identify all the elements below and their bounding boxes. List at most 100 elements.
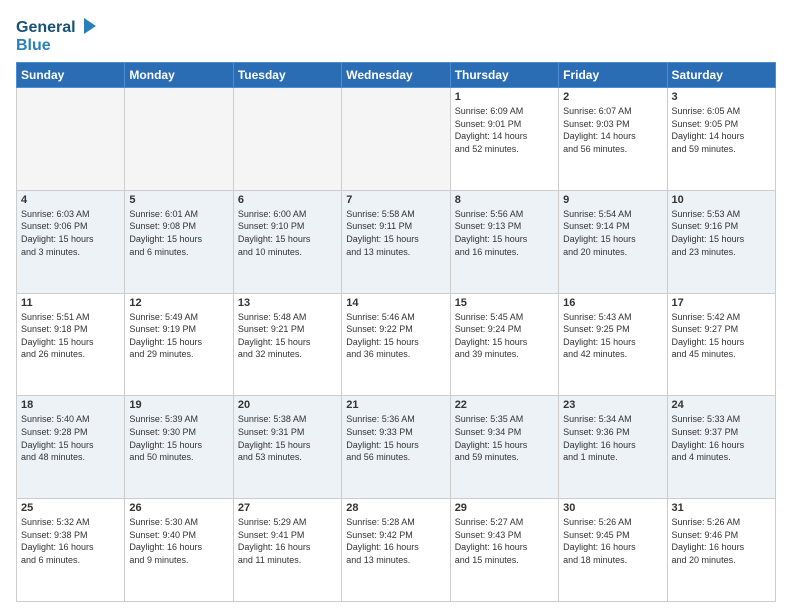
day-info: Sunrise: 5:56 AM Sunset: 9:13 PM Dayligh… — [455, 208, 554, 258]
day-info: Sunrise: 5:45 AM Sunset: 9:24 PM Dayligh… — [455, 311, 554, 361]
day-number: 23 — [563, 399, 662, 411]
day-info: Sunrise: 5:53 AM Sunset: 9:16 PM Dayligh… — [672, 208, 771, 258]
generalblue-logo: GeneralBlue — [16, 16, 106, 54]
day-info: Sunrise: 5:43 AM Sunset: 9:25 PM Dayligh… — [563, 311, 662, 361]
svg-text:General: General — [16, 19, 76, 36]
day-number: 5 — [129, 194, 228, 206]
header: GeneralBlue — [16, 12, 776, 54]
day-number: 24 — [672, 399, 771, 411]
day-number: 21 — [346, 399, 445, 411]
day-number: 3 — [672, 91, 771, 103]
day-info: Sunrise: 5:30 AM Sunset: 9:40 PM Dayligh… — [129, 516, 228, 566]
calendar-header-friday: Friday — [559, 63, 667, 88]
logo: GeneralBlue — [16, 16, 106, 54]
calendar-cell: 31 Sunrise: 5:26 AM Sunset: 9:46 PM Dayli… — [667, 499, 775, 602]
day-number: 16 — [563, 297, 662, 309]
day-info: Sunrise: 5:38 AM Sunset: 9:31 PM Dayligh… — [238, 413, 337, 463]
day-number: 17 — [672, 297, 771, 309]
day-number: 30 — [563, 502, 662, 514]
day-number: 28 — [346, 502, 445, 514]
day-info: Sunrise: 5:49 AM Sunset: 9:19 PM Dayligh… — [129, 311, 228, 361]
calendar-cell: 28 Sunrise: 5:28 AM Sunset: 9:42 PM Dayli… — [342, 499, 450, 602]
day-info: Sunrise: 5:32 AM Sunset: 9:38 PM Dayligh… — [21, 516, 120, 566]
day-info: Sunrise: 5:28 AM Sunset: 9:42 PM Dayligh… — [346, 516, 445, 566]
calendar-cell: 3 Sunrise: 6:05 AM Sunset: 9:05 PM Daylig… — [667, 88, 775, 191]
day-number: 10 — [672, 194, 771, 206]
calendar-cell: 23 Sunrise: 5:34 AM Sunset: 9:36 PM Dayli… — [559, 396, 667, 499]
day-number: 6 — [238, 194, 337, 206]
calendar-cell: 21 Sunrise: 5:36 AM Sunset: 9:33 PM Dayli… — [342, 396, 450, 499]
day-info: Sunrise: 5:36 AM Sunset: 9:33 PM Dayligh… — [346, 413, 445, 463]
calendar-cell: 26Sunrise: 5:30 AM Sunset: 9:40 PM Dayli… — [125, 499, 233, 602]
day-number: 1 — [455, 91, 554, 103]
day-info: Sunrise: 5:34 AM Sunset: 9:36 PM Dayligh… — [563, 413, 662, 463]
calendar-cell: 6 Sunrise: 6:00 AM Sunset: 9:10 PM Daylig… — [233, 190, 341, 293]
day-number: 9 — [563, 194, 662, 206]
calendar-cell: 29 Sunrise: 5:27 AM Sunset: 9:43 PM Dayli… — [450, 499, 558, 602]
day-info: Sunrise: 5:27 AM Sunset: 9:43 PM Dayligh… — [455, 516, 554, 566]
day-info: Sunrise: 5:58 AM Sunset: 9:11 PM Dayligh… — [346, 208, 445, 258]
day-number: 12 — [129, 297, 228, 309]
day-info: Sunrise: 5:26 AM Sunset: 9:45 PM Dayligh… — [563, 516, 662, 566]
calendar-header-wednesday: Wednesday — [342, 63, 450, 88]
day-info: Sunrise: 5:26 AM Sunset: 9:46 PM Dayligh… — [672, 516, 771, 566]
day-info: Sunrise: 6:07 AM Sunset: 9:03 PM Dayligh… — [563, 105, 662, 155]
calendar-table: SundayMondayTuesdayWednesdayThursdayFrid… — [16, 62, 776, 602]
day-info: Sunrise: 6:03 AM Sunset: 9:06 PM Dayligh… — [21, 208, 120, 258]
day-number: 2 — [563, 91, 662, 103]
calendar-cell: 17Sunrise: 5:42 AM Sunset: 9:27 PM Dayli… — [667, 293, 775, 396]
day-number: 14 — [346, 297, 445, 309]
calendar-header-tuesday: Tuesday — [233, 63, 341, 88]
calendar-cell: 18 Sunrise: 5:40 AM Sunset: 9:28 PM Dayli… — [17, 396, 125, 499]
day-number: 18 — [21, 399, 120, 411]
day-info: Sunrise: 6:05 AM Sunset: 9:05 PM Dayligh… — [672, 105, 771, 155]
calendar-cell: 7 Sunrise: 5:58 AM Sunset: 9:11 PM Daylig… — [342, 190, 450, 293]
calendar-week-row: 18 Sunrise: 5:40 AM Sunset: 9:28 PM Dayli… — [17, 396, 776, 499]
calendar-cell: 15Sunrise: 5:45 AM Sunset: 9:24 PM Dayli… — [450, 293, 558, 396]
calendar-header-thursday: Thursday — [450, 63, 558, 88]
day-number: 19 — [129, 399, 228, 411]
calendar-cell: 5 Sunrise: 6:01 AM Sunset: 9:08 PM Daylig… — [125, 190, 233, 293]
day-info: Sunrise: 5:29 AM Sunset: 9:41 PM Dayligh… — [238, 516, 337, 566]
day-info: Sunrise: 5:46 AM Sunset: 9:22 PM Dayligh… — [346, 311, 445, 361]
calendar-week-row: 4 Sunrise: 6:03 AM Sunset: 9:06 PM Daylig… — [17, 190, 776, 293]
calendar-week-row: 25 Sunrise: 5:32 AM Sunset: 9:38 PM Dayli… — [17, 499, 776, 602]
calendar-cell — [233, 88, 341, 191]
day-info: Sunrise: 6:01 AM Sunset: 9:08 PM Dayligh… — [129, 208, 228, 258]
calendar-cell: 10 Sunrise: 5:53 AM Sunset: 9:16 PM Dayli… — [667, 190, 775, 293]
day-info: Sunrise: 6:09 AM Sunset: 9:01 PM Dayligh… — [455, 105, 554, 155]
day-number: 7 — [346, 194, 445, 206]
calendar-cell: 22Sunrise: 5:35 AM Sunset: 9:34 PM Dayli… — [450, 396, 558, 499]
day-info: Sunrise: 5:33 AM Sunset: 9:37 PM Dayligh… — [672, 413, 771, 463]
calendar-cell: 25 Sunrise: 5:32 AM Sunset: 9:38 PM Dayli… — [17, 499, 125, 602]
page: GeneralBlue SundayMondayTuesdayWednesday… — [0, 0, 792, 612]
day-info: Sunrise: 5:40 AM Sunset: 9:28 PM Dayligh… — [21, 413, 120, 463]
calendar-header-saturday: Saturday — [667, 63, 775, 88]
day-info: Sunrise: 5:54 AM Sunset: 9:14 PM Dayligh… — [563, 208, 662, 258]
calendar-cell — [125, 88, 233, 191]
calendar-week-row: 1 Sunrise: 6:09 AM Sunset: 9:01 PM Daylig… — [17, 88, 776, 191]
calendar-cell: 14 Sunrise: 5:46 AM Sunset: 9:22 PM Dayli… — [342, 293, 450, 396]
calendar-header-monday: Monday — [125, 63, 233, 88]
calendar-week-row: 11Sunrise: 5:51 AM Sunset: 9:18 PM Dayli… — [17, 293, 776, 396]
day-number: 25 — [21, 502, 120, 514]
calendar-header-row: SundayMondayTuesdayWednesdayThursdayFrid… — [17, 63, 776, 88]
day-number: 29 — [455, 502, 554, 514]
calendar-cell: 11Sunrise: 5:51 AM Sunset: 9:18 PM Dayli… — [17, 293, 125, 396]
calendar-cell: 24 Sunrise: 5:33 AM Sunset: 9:37 PM Dayli… — [667, 396, 775, 499]
calendar-cell: 13Sunrise: 5:48 AM Sunset: 9:21 PM Dayli… — [233, 293, 341, 396]
day-info: Sunrise: 6:00 AM Sunset: 9:10 PM Dayligh… — [238, 208, 337, 258]
calendar-cell — [17, 88, 125, 191]
day-number: 27 — [238, 502, 337, 514]
calendar-cell: 20 Sunrise: 5:38 AM Sunset: 9:31 PM Dayli… — [233, 396, 341, 499]
day-number: 4 — [21, 194, 120, 206]
day-number: 13 — [238, 297, 337, 309]
day-number: 22 — [455, 399, 554, 411]
calendar-cell: 4 Sunrise: 6:03 AM Sunset: 9:06 PM Daylig… — [17, 190, 125, 293]
calendar-cell: 12 Sunrise: 5:49 AM Sunset: 9:19 PM Dayli… — [125, 293, 233, 396]
calendar-header-sunday: Sunday — [17, 63, 125, 88]
day-number: 31 — [672, 502, 771, 514]
day-number: 20 — [238, 399, 337, 411]
calendar-cell: 1 Sunrise: 6:09 AM Sunset: 9:01 PM Daylig… — [450, 88, 558, 191]
day-info: Sunrise: 5:39 AM Sunset: 9:30 PM Dayligh… — [129, 413, 228, 463]
